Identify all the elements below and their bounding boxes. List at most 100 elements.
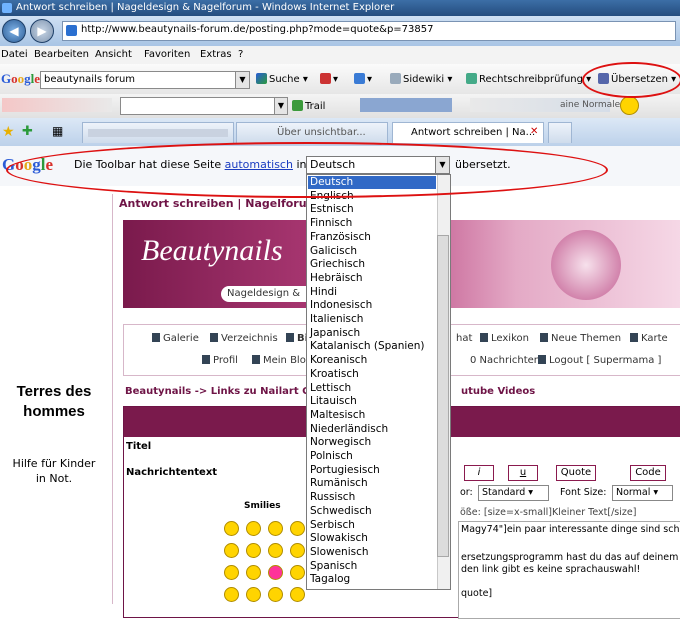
quote-button[interactable]: Quote bbox=[556, 465, 596, 481]
language-option[interactable]: Norwegisch bbox=[310, 436, 371, 448]
nav-logout[interactable]: Logout [ Supermama ] bbox=[538, 355, 661, 366]
language-option[interactable]: Koreanisch bbox=[310, 354, 367, 366]
language-option[interactable]: Griechisch bbox=[310, 258, 365, 270]
menu-ansicht[interactable]: Ansicht bbox=[95, 49, 132, 60]
tab-active[interactable]: Antwort schreiben | Na... bbox=[392, 122, 544, 143]
language-option[interactable]: Niederländisch bbox=[310, 423, 388, 435]
language-option[interactable]: Estnisch bbox=[310, 203, 354, 215]
quick-tabs-icon[interactable]: ▦ bbox=[52, 124, 63, 138]
bookmark-button[interactable]: ▾ bbox=[320, 73, 338, 85]
language-option[interactable]: Maltesisch bbox=[310, 409, 365, 421]
language-option[interactable]: Litauisch bbox=[310, 395, 357, 407]
message-textarea[interactable]: Magy74"]ein paar interessante dinge sind… bbox=[458, 521, 680, 619]
nav-mein-blog[interactable]: Mein Blog bbox=[252, 355, 312, 366]
code-button[interactable]: Code bbox=[630, 465, 666, 481]
chevron-down-icon[interactable]: ▼ bbox=[435, 157, 449, 173]
add-favorite-icon[interactable]: ✚ bbox=[22, 124, 33, 139]
language-option[interactable]: Deutsch bbox=[310, 176, 353, 188]
smiley-icon[interactable] bbox=[224, 587, 239, 602]
plus-button[interactable]: ▾ bbox=[354, 73, 372, 85]
smiley-icon[interactable] bbox=[290, 565, 305, 580]
smiley-icon[interactable] bbox=[246, 521, 261, 536]
address-bar[interactable]: http://www.beautynails-forum.de/posting.… bbox=[62, 21, 676, 41]
spellcheck-button[interactable]: Rechtschreibprüfung ▾ bbox=[466, 73, 591, 85]
font-color-select[interactable]: Standard ▾ bbox=[478, 485, 549, 501]
nav-bi[interactable]: Bi bbox=[286, 333, 308, 344]
nav-lexikon[interactable]: Lexikon bbox=[480, 333, 529, 344]
trail-button[interactable]: Trail bbox=[292, 100, 325, 112]
smiley-icon[interactable] bbox=[290, 543, 305, 558]
italic-button[interactable]: i bbox=[464, 465, 494, 481]
smiley-icon[interactable] bbox=[224, 565, 239, 580]
automatic-link[interactable]: automatisch bbox=[225, 158, 293, 171]
nav-profil[interactable]: Profil bbox=[202, 355, 238, 366]
toolbar-combo[interactable]: ▼ bbox=[120, 97, 288, 115]
chevron-down-icon[interactable]: ▼ bbox=[274, 98, 287, 114]
language-option[interactable]: Französisch bbox=[310, 231, 371, 243]
nav-neue-themen[interactable]: Neue Themen bbox=[540, 333, 621, 344]
menu-datei[interactable]: Datei bbox=[1, 49, 28, 60]
language-option[interactable]: Lettisch bbox=[310, 382, 351, 394]
nav-galerie[interactable]: Galerie bbox=[152, 333, 199, 344]
language-option[interactable]: Kroatisch bbox=[310, 368, 359, 380]
language-option[interactable]: Hindi bbox=[310, 286, 337, 298]
language-option[interactable]: Hebräisch bbox=[310, 272, 363, 284]
breadcrumb-right[interactable]: utube Videos bbox=[461, 386, 535, 397]
font-size-select[interactable]: Normal ▾ bbox=[612, 485, 673, 501]
smiley-icon[interactable] bbox=[268, 565, 283, 580]
underline-button[interactable]: u bbox=[508, 465, 538, 481]
language-option[interactable]: Japanisch bbox=[310, 327, 360, 339]
smiley-icon[interactable] bbox=[268, 543, 283, 558]
translate-button[interactable]: Übersetzen ▾ bbox=[598, 73, 676, 85]
language-option[interactable]: Spanisch bbox=[310, 560, 357, 572]
smiley-icon[interactable] bbox=[246, 565, 261, 580]
scrollbar-thumb[interactable] bbox=[437, 235, 449, 557]
language-dropdown-list[interactable]: Deutsch Englisch Estnisch Finnisch Französis… bbox=[306, 174, 451, 590]
menu-help[interactable]: ? bbox=[238, 49, 243, 60]
language-option[interactable]: Indonesisch bbox=[310, 299, 372, 311]
search-button[interactable]: Suche ▾ bbox=[256, 73, 308, 85]
sidewiki-button[interactable]: Sidewiki ▾ bbox=[390, 73, 452, 85]
smiley-icon[interactable] bbox=[290, 587, 305, 602]
favorites-star-icon[interactable]: ★ bbox=[2, 124, 15, 140]
smiley-icon[interactable] bbox=[268, 521, 283, 536]
smiley-icon[interactable] bbox=[246, 543, 261, 558]
chevron-down-icon[interactable]: ▼ bbox=[235, 72, 249, 88]
smiley-icon[interactable] bbox=[268, 587, 283, 602]
language-option[interactable]: Italienisch bbox=[310, 313, 363, 325]
nav-nachrichten[interactable]: 0 Nachrichten bbox=[470, 355, 540, 366]
language-option[interactable]: Schwedisch bbox=[310, 505, 372, 517]
close-tab-icon[interactable]: ✕ bbox=[530, 126, 538, 137]
language-option[interactable]: Serbisch bbox=[310, 519, 355, 531]
tab-2[interactable]: Über unsichtbar... bbox=[236, 122, 388, 143]
language-option[interactable]: Russisch bbox=[310, 491, 355, 503]
language-option[interactable]: Slowakisch bbox=[310, 532, 368, 544]
language-option[interactable]: Slowenisch bbox=[310, 546, 369, 558]
menu-favoriten[interactable]: Favoriten bbox=[144, 49, 190, 60]
language-option[interactable]: Katalanisch (Spanien) bbox=[310, 340, 425, 352]
language-option[interactable]: Englisch bbox=[310, 190, 354, 202]
back-button[interactable]: ◀ bbox=[2, 19, 26, 43]
language-option[interactable]: Finnisch bbox=[310, 217, 352, 229]
language-select[interactable]: Deutsch ▼ bbox=[306, 156, 450, 174]
language-option[interactable]: Portugiesisch bbox=[310, 464, 380, 476]
smiley-icon[interactable] bbox=[620, 96, 639, 115]
language-option[interactable]: Galicisch bbox=[310, 245, 357, 257]
breadcrumb-left[interactable]: Beautynails -> Links zu Nailart G bbox=[125, 386, 310, 397]
smiley-icon[interactable] bbox=[224, 521, 239, 536]
nav-hat[interactable]: hat bbox=[456, 333, 472, 344]
google-search-input[interactable]: beautynails forum ▼ bbox=[40, 71, 250, 89]
smiley-icon[interactable] bbox=[246, 587, 261, 602]
scrollbar[interactable] bbox=[437, 175, 450, 589]
tab-blurred-1[interactable] bbox=[82, 122, 234, 143]
forward-button[interactable]: ▶ bbox=[30, 19, 54, 43]
new-tab-button[interactable] bbox=[548, 122, 572, 143]
language-option[interactable]: Tagalog bbox=[310, 573, 350, 585]
nav-verzeichnis[interactable]: Verzeichnis bbox=[210, 333, 278, 344]
language-option[interactable]: Rumänisch bbox=[310, 477, 368, 489]
menu-bearbeiten[interactable]: Bearbeiten bbox=[34, 49, 89, 60]
smiley-icon[interactable] bbox=[290, 521, 305, 536]
nav-karte[interactable]: Karte bbox=[630, 333, 668, 344]
language-option[interactable]: Polnisch bbox=[310, 450, 353, 462]
smiley-icon[interactable] bbox=[224, 543, 239, 558]
